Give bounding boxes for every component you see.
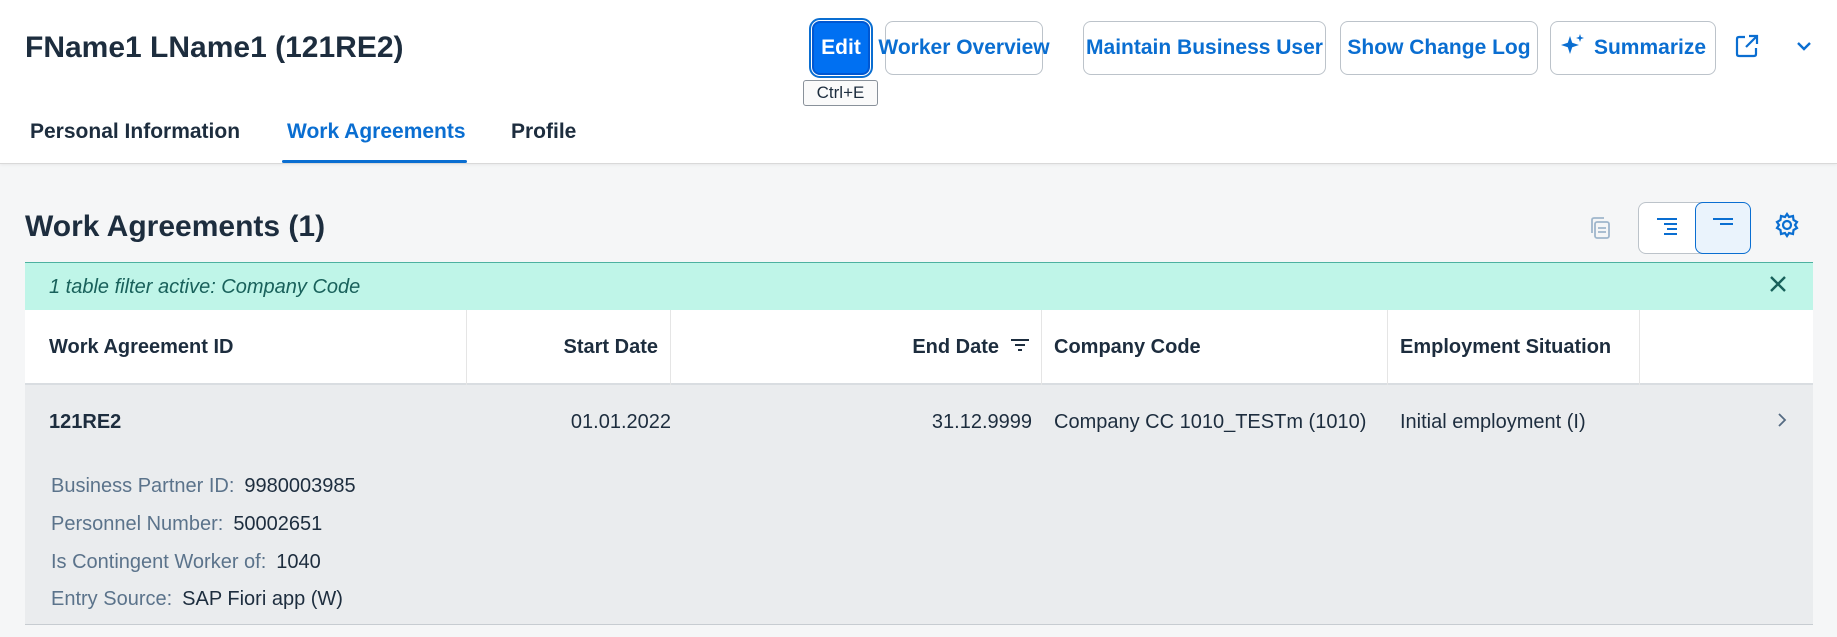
detail-value: 9980003985 bbox=[244, 475, 356, 497]
worker-overview-button[interactable]: Worker Overview bbox=[878, 21, 1050, 75]
summarize-label: Summarize bbox=[1593, 36, 1707, 59]
detail-entry-source: Entry Source: SAP Fiori app (W) bbox=[51, 588, 343, 611]
detail-business-partner-id: Business Partner ID: 9980003985 bbox=[51, 475, 356, 498]
cell-start-date: 01.01.2022 bbox=[570, 411, 671, 433]
maintain-business-user-button[interactable]: Maintain Business User bbox=[1083, 21, 1326, 75]
detail-value: SAP Fiori app (W) bbox=[182, 588, 343, 610]
gear-icon bbox=[1774, 211, 1800, 243]
collapse-details-icon bbox=[1710, 213, 1736, 244]
cell-company-code: Company CC 1010_TESTm (1010) bbox=[1054, 411, 1367, 433]
share-icon bbox=[1734, 33, 1760, 64]
work-agreements-table: Work Agreement ID Start Date End Date Co… bbox=[25, 310, 1813, 625]
edit-shortcut-tooltip: Ctrl+E bbox=[803, 80, 878, 106]
detail-label: Personnel Number: bbox=[51, 513, 224, 535]
filter-info-text: 1 table filter active: Company Code bbox=[49, 276, 361, 298]
clear-filter-button[interactable] bbox=[1765, 273, 1791, 299]
table-header: Work Agreement ID Start Date End Date Co… bbox=[25, 310, 1813, 385]
detail-contingent-worker-of: Is Contingent Worker of: 1040 bbox=[51, 551, 321, 574]
copy-icon[interactable] bbox=[1586, 213, 1616, 243]
edit-button[interactable]: Edit bbox=[809, 18, 873, 78]
sparkle-icon bbox=[1560, 32, 1586, 64]
detail-label: Business Partner ID: bbox=[51, 475, 235, 497]
column-header-end-date-label: End Date bbox=[912, 336, 999, 358]
column-header-start-date[interactable]: Start Date bbox=[467, 310, 671, 385]
filter-icon bbox=[1009, 336, 1031, 360]
active-tab-indicator bbox=[282, 160, 467, 163]
detail-personnel-number: Personnel Number: 50002651 bbox=[51, 513, 322, 536]
column-header-employment-situation[interactable]: Employment Situation bbox=[1388, 310, 1640, 385]
settings-button[interactable] bbox=[1772, 211, 1802, 243]
page-title: FName1 LName1 (121RE2) bbox=[25, 31, 404, 64]
share-menu-button[interactable] bbox=[1734, 29, 1814, 67]
cell-end-date: 31.12.9999 bbox=[931, 411, 1032, 433]
table-row[interactable]: 121RE2 01.01.2022 31.12.9999 Company CC … bbox=[25, 385, 1813, 625]
summarize-button[interactable]: Summarize bbox=[1550, 21, 1716, 75]
detail-value: 1040 bbox=[276, 551, 321, 573]
detail-value: 50002651 bbox=[233, 513, 323, 535]
column-header-end-date[interactable]: End Date bbox=[671, 310, 1042, 385]
filter-info-bar: 1 table filter active: Company Code bbox=[25, 262, 1813, 310]
hide-details-button[interactable] bbox=[1695, 202, 1751, 254]
tab-personal-information[interactable]: Personal Information bbox=[30, 120, 240, 144]
row-navigation-chevron[interactable] bbox=[1772, 409, 1792, 435]
detail-label: Entry Source: bbox=[51, 588, 173, 610]
expand-details-icon bbox=[1654, 213, 1680, 244]
column-header-work-agreement-id[interactable]: Work Agreement ID bbox=[25, 310, 467, 385]
detail-label: Is Contingent Worker of: bbox=[51, 551, 267, 573]
close-icon bbox=[1768, 274, 1788, 299]
section-title: Work Agreements (1) bbox=[25, 210, 326, 243]
chevron-down-icon bbox=[1794, 36, 1814, 61]
chevron-right-icon bbox=[1775, 410, 1789, 435]
object-page-header: FName1 LName1 (121RE2) Edit Worker Overv… bbox=[0, 0, 1837, 164]
tab-work-agreements[interactable]: Work Agreements bbox=[287, 120, 466, 144]
tab-profile[interactable]: Profile bbox=[511, 120, 576, 144]
show-details-button[interactable] bbox=[1639, 203, 1695, 253]
column-header-company-code[interactable]: Company Code bbox=[1042, 310, 1388, 385]
show-change-log-button[interactable]: Show Change Log bbox=[1340, 21, 1538, 75]
view-toggle bbox=[1638, 202, 1751, 254]
cell-employment-situation: Initial employment (I) bbox=[1400, 411, 1586, 433]
column-header-spacer bbox=[1640, 310, 1813, 385]
cell-work-agreement-id: 121RE2 bbox=[49, 411, 122, 433]
